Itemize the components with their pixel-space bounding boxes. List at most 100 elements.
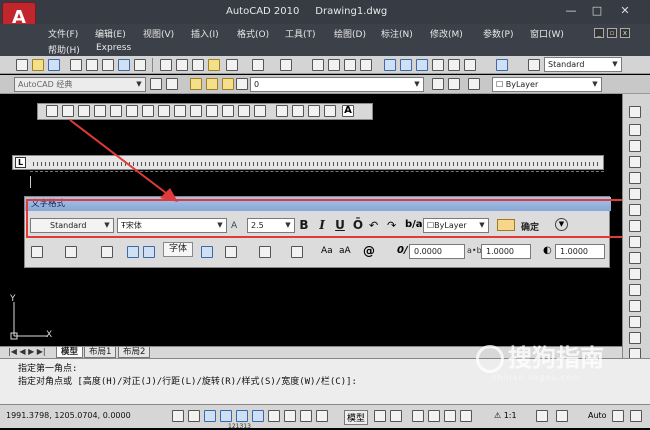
- gradient-icon[interactable]: [292, 105, 304, 117]
- dynamic-input-icon[interactable]: [284, 410, 296, 422]
- tracking-input[interactable]: 1.0000: [481, 244, 531, 259]
- extend-icon[interactable]: [629, 268, 641, 280]
- offset-icon[interactable]: [629, 156, 641, 168]
- polygon-icon[interactable]: [94, 105, 106, 117]
- tab-model[interactable]: 模型: [56, 347, 84, 358]
- spline-icon[interactable]: [174, 105, 186, 117]
- copy-object-icon[interactable]: [629, 124, 641, 136]
- menu-dimension[interactable]: 标注(N): [381, 27, 413, 40]
- open-icon[interactable]: [32, 59, 44, 71]
- annotation-visibility-icon[interactable]: [536, 410, 548, 422]
- mtext-justification-icon[interactable]: [65, 246, 77, 258]
- object-snap-tracking-icon[interactable]: [252, 410, 264, 422]
- insert-block-icon[interactable]: [222, 105, 234, 117]
- columns-icon[interactable]: [31, 246, 43, 258]
- zoom-window-icon[interactable]: [344, 59, 356, 71]
- menu-express[interactable]: Express: [96, 43, 131, 53]
- tool-palettes-icon[interactable]: [416, 59, 428, 71]
- lowercase-button[interactable]: aA: [339, 246, 351, 256]
- polar-tracking-icon[interactable]: [220, 410, 232, 422]
- revcloud-icon[interactable]: [158, 105, 170, 117]
- ellipse-icon[interactable]: [190, 105, 202, 117]
- erase-icon[interactable]: [629, 106, 641, 118]
- rectangle-icon[interactable]: [110, 105, 122, 117]
- line-icon[interactable]: [46, 105, 58, 117]
- ruler-left-marker[interactable]: L: [15, 157, 26, 168]
- snap-mode-icon[interactable]: [172, 410, 184, 422]
- circle-icon[interactable]: [142, 105, 154, 117]
- menu-window[interactable]: 窗口(W): [530, 27, 564, 40]
- properties-icon[interactable]: [384, 59, 396, 71]
- sheet-set-icon[interactable]: [432, 59, 444, 71]
- menu-edit[interactable]: 编辑(E): [95, 27, 126, 40]
- arc-icon[interactable]: [126, 105, 138, 117]
- rotate-icon[interactable]: [629, 204, 641, 216]
- plot-icon[interactable]: [70, 59, 82, 71]
- width-factor-input[interactable]: 1.0000: [555, 244, 605, 259]
- align-center-icon[interactable]: [143, 246, 155, 258]
- minimize-button[interactable]: —: [560, 3, 582, 19]
- ortho-mode-icon[interactable]: [204, 410, 216, 422]
- doc-minimize-button[interactable]: _: [594, 28, 604, 38]
- insert-field-icon[interactable]: [291, 246, 303, 258]
- align-left-icon[interactable]: [127, 246, 139, 258]
- text-style-select[interactable]: Standard ▼: [544, 57, 622, 72]
- layer-previous-icon[interactable]: [448, 78, 460, 90]
- doc-restore-button[interactable]: ▫: [607, 28, 617, 38]
- region-icon[interactable]: [308, 105, 320, 117]
- menu-file[interactable]: 文件(F): [48, 27, 78, 40]
- menu-format[interactable]: 格式(O): [237, 27, 269, 40]
- zoom-previous-icon[interactable]: [360, 59, 372, 71]
- trim-icon[interactable]: [629, 252, 641, 264]
- etransmit-icon[interactable]: [134, 59, 146, 71]
- make-current-layer-icon[interactable]: [432, 78, 444, 90]
- quick-view-layouts-icon[interactable]: [374, 410, 386, 422]
- table-icon[interactable]: [324, 105, 336, 117]
- help-icon[interactable]: [496, 59, 508, 71]
- maximize-button[interactable]: □: [586, 3, 608, 19]
- color-select[interactable]: ☐ ByLayer ▼: [492, 77, 602, 92]
- break-at-point-icon[interactable]: [629, 284, 641, 296]
- new-icon[interactable]: [16, 59, 28, 71]
- workspace-save-icon[interactable]: [166, 78, 178, 90]
- array-icon[interactable]: [629, 172, 641, 184]
- menu-draw[interactable]: 绘图(D): [334, 27, 366, 40]
- steering-wheel-icon[interactable]: [444, 410, 456, 422]
- chamfer-icon[interactable]: [629, 332, 641, 344]
- design-center-icon[interactable]: [400, 59, 412, 71]
- close-button[interactable]: ✕: [614, 3, 636, 19]
- join-icon[interactable]: [629, 316, 641, 328]
- distribute-icon[interactable]: [201, 246, 213, 258]
- zoom-realtime-icon[interactable]: [328, 59, 340, 71]
- menu-parametric[interactable]: 参数(P): [483, 27, 513, 40]
- make-block-icon[interactable]: [238, 105, 250, 117]
- coordinates-readout[interactable]: 1991.3798, 1205.0704, 0.0000: [6, 411, 131, 420]
- multiline-text-icon[interactable]: A: [342, 105, 354, 117]
- block-editor-icon[interactable]: [226, 59, 238, 71]
- menu-view[interactable]: 视图(V): [143, 27, 174, 40]
- tab-navigation-icon[interactable]: |◀ ◀ ▶ ▶|: [8, 347, 46, 356]
- stretch-icon[interactable]: [629, 236, 641, 248]
- workspace-settings-icon[interactable]: [150, 78, 162, 90]
- undo-icon[interactable]: [252, 59, 264, 71]
- layer-state-icon[interactable]: [468, 78, 480, 90]
- model-space-button[interactable]: 模型: [344, 410, 369, 425]
- layer-properties-icon[interactable]: [190, 78, 202, 90]
- match-properties-icon[interactable]: [208, 59, 220, 71]
- auto-scale[interactable]: Auto: [588, 411, 607, 420]
- plot-preview-icon[interactable]: [86, 59, 98, 71]
- ellipse-arc-icon[interactable]: [206, 105, 218, 117]
- line-spacing-icon[interactable]: [225, 246, 237, 258]
- symbol-button[interactable]: @: [363, 244, 375, 258]
- numbering-icon[interactable]: [259, 246, 271, 258]
- polyline-icon[interactable]: [78, 105, 90, 117]
- quick-properties-icon[interactable]: [316, 410, 328, 422]
- redo-icon[interactable]: [280, 59, 292, 71]
- point-icon[interactable]: [254, 105, 266, 117]
- menu-help[interactable]: 帮助(H): [48, 43, 80, 56]
- menu-tools[interactable]: 工具(T): [285, 27, 316, 40]
- annotation-scale[interactable]: ⚠ 1:1: [494, 411, 517, 420]
- workspace-switching-icon[interactable]: [556, 410, 568, 422]
- text-style-icon[interactable]: [528, 59, 540, 71]
- oblique-angle-input[interactable]: 0.0000: [409, 244, 465, 259]
